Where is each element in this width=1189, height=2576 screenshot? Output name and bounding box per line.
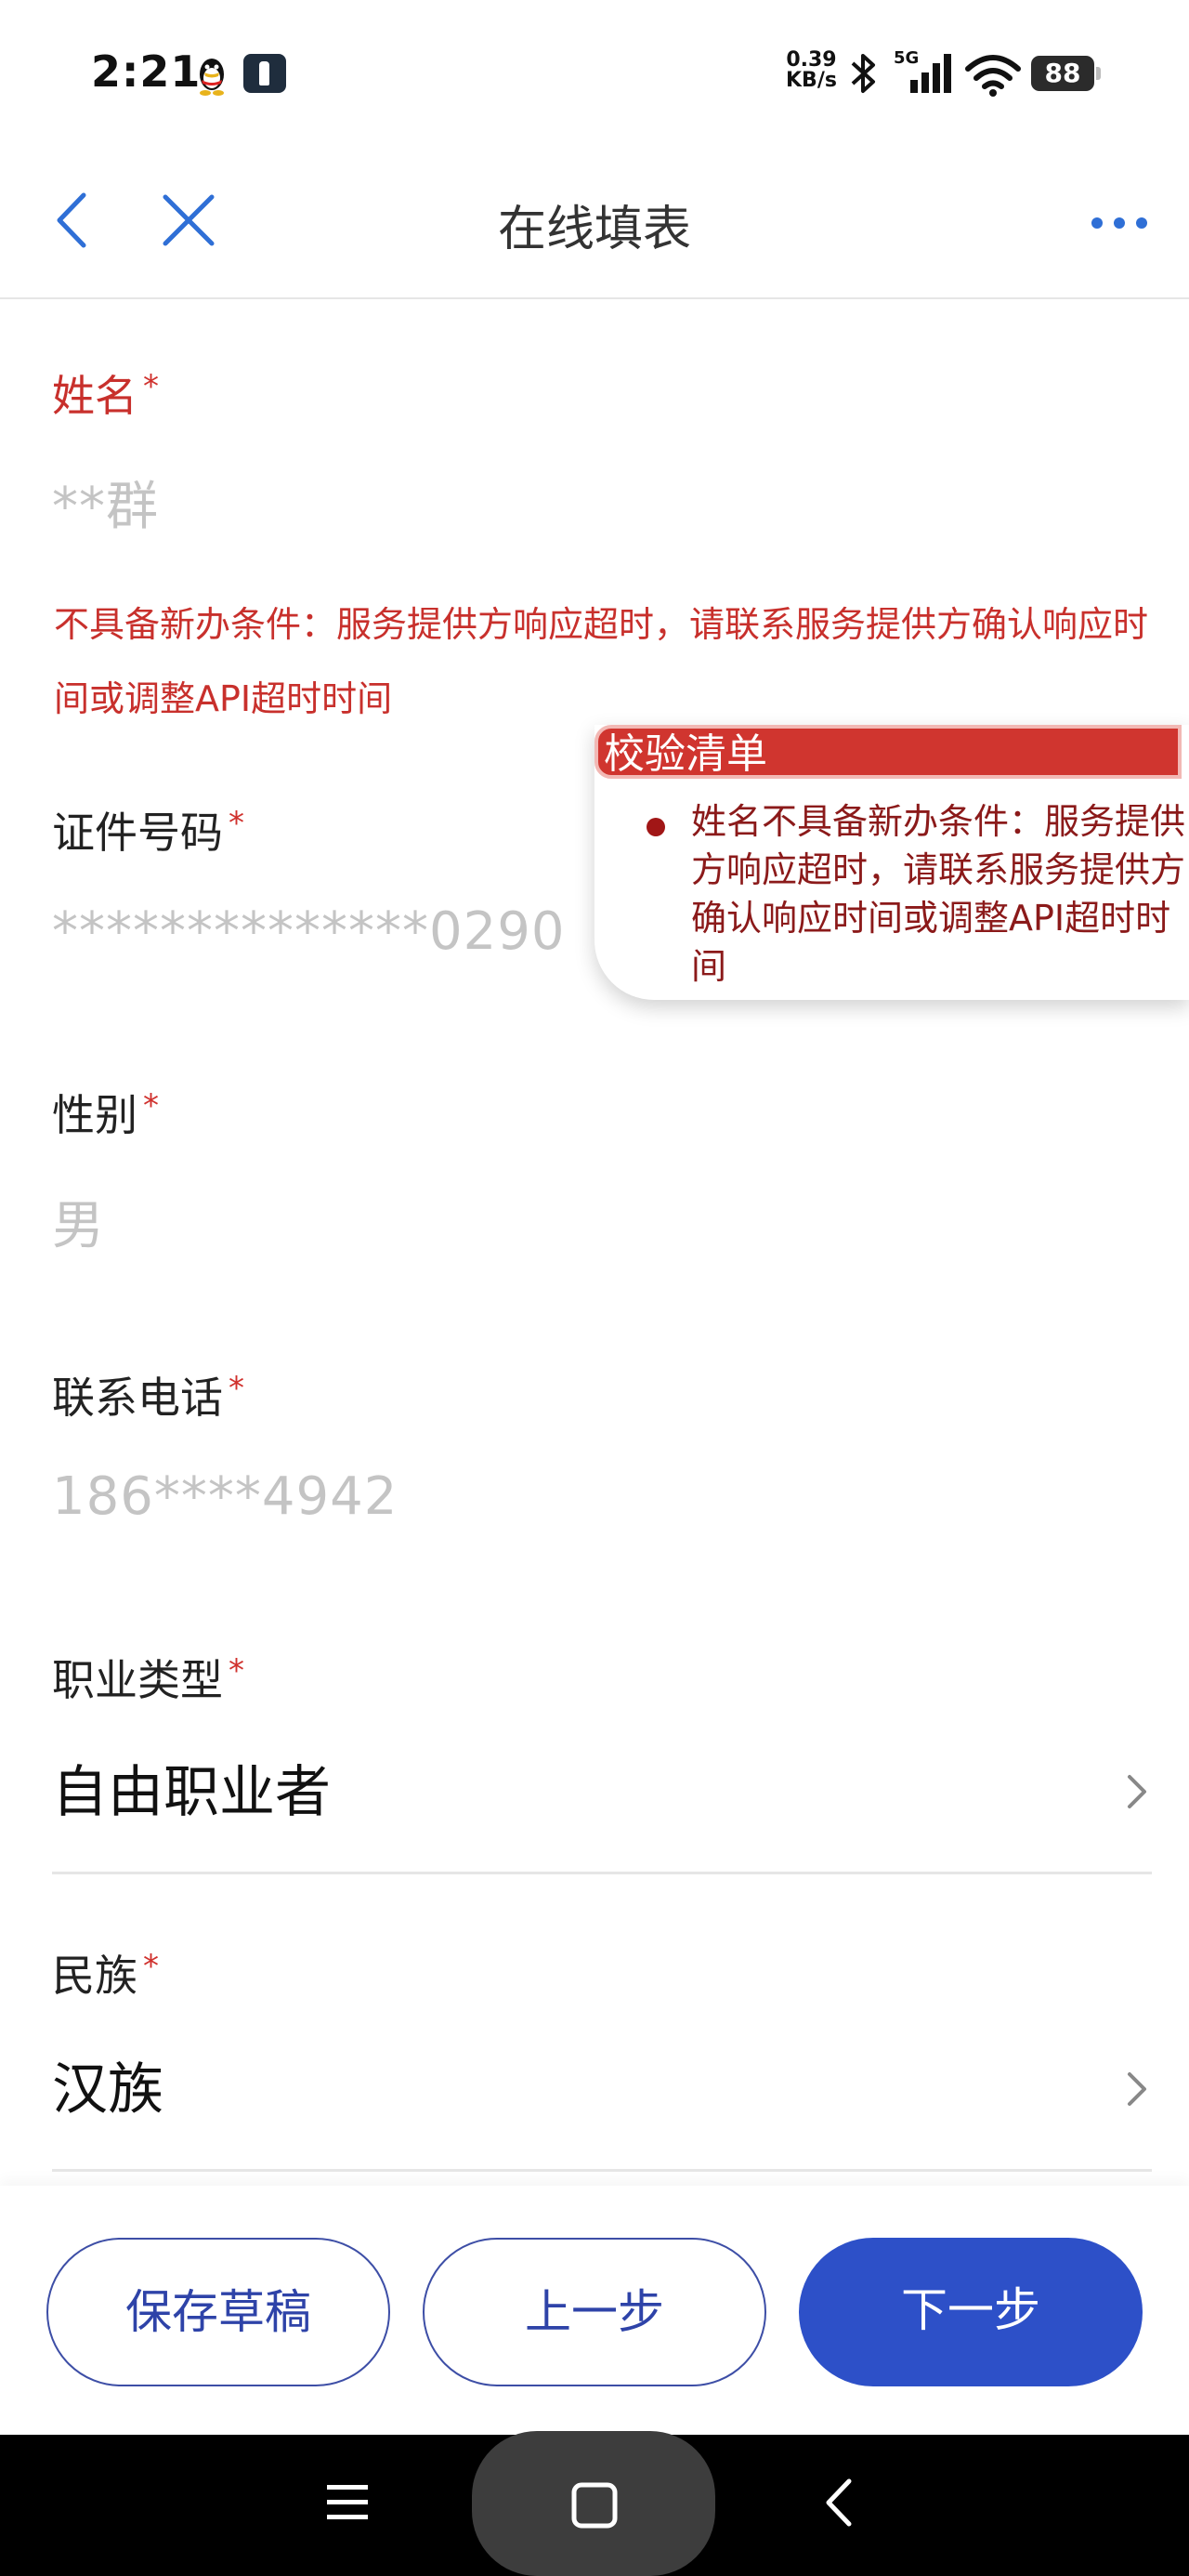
bluetooth-icon [851,54,875,93]
home-square-icon[interactable] [570,2481,619,2530]
validation-checklist-title: 校验清单 [594,725,1182,779]
ethnicity-select[interactable]: 汉族 [52,2044,1152,2137]
gender-value-row[interactable]: 男 [52,1184,1152,1259]
gender-value: 男 [52,1196,105,1256]
occupation-field: 职业类型 * [52,1647,1152,1708]
occupation-label: 职业类型 [52,1655,223,1705]
id-number-value: **************0290 [52,901,566,962]
required-mark: * [229,1652,244,1689]
chevron-right-icon [1128,2072,1146,2106]
gender-field: 性别 * [52,1082,1152,1143]
status-time: 2:21 [91,46,202,97]
network-speed: 0.39 KB/s [786,48,837,92]
cellular-signal-icon: 5G [894,48,951,93]
more-options-icon[interactable] [1089,204,1150,242]
next-step-button[interactable]: 下一步 [799,2238,1143,2386]
save-draft-button[interactable]: 保存草稿 [46,2238,390,2386]
chevron-right-icon [1128,1775,1146,1808]
divider [52,1872,1152,1874]
ethnicity-value: 汉族 [52,2057,163,2123]
phone-label: 联系电话 [52,1373,223,1423]
wifi-icon [965,55,1021,97]
ethnicity-field: 民族 * [52,1942,1152,2004]
required-mark: * [143,1087,159,1124]
name-value-row[interactable]: **群 [52,465,1152,540]
required-mark: * [143,368,159,405]
divider [52,2169,1152,2172]
ethnicity-label: 民族 [52,1951,137,2001]
battery-indicator: 88 [1031,56,1101,91]
phone-field: 联系电话 * [52,1364,1152,1426]
name-label: 姓名 [52,371,137,421]
validation-checklist-popup[interactable]: 校验清单 姓名不具备新办条件：服务提供方响应超时，请联系服务提供方确认响应时间或… [594,725,1189,1000]
validation-item[interactable]: 姓名不具备新办条件：服务提供方响应超时，请联系服务提供方确认响应时间或调整API… [691,797,1189,991]
network-type: 5G [894,48,919,68]
page-title: 在线填表 [497,202,691,257]
name-field: 姓名 * [52,362,1152,424]
occupation-value: 自由职业者 [52,1760,331,1825]
nav-bar: 在线填表 [0,149,1189,299]
id-number-label: 证件号码 [52,808,223,858]
phone-value: 186****4942 [52,1466,399,1527]
app-notification-icon [243,54,286,93]
system-back-icon[interactable] [821,2476,855,2530]
required-mark: * [143,1948,159,1985]
bullet-dot-icon [647,818,665,836]
status-bar: 2:21 0.39 KB/s 5G 88 [0,0,1189,149]
gender-label: 性别 [52,1090,137,1140]
previous-step-button[interactable]: 上一步 [423,2238,766,2386]
menu-icon[interactable] [325,2481,370,2522]
required-mark: * [229,1370,244,1407]
occupation-select[interactable]: 自由职业者 [52,1747,1152,1840]
name-error-message: 不具备新办条件：服务提供方响应超时，请联系服务提供方确认响应时间或调整API超时… [54,604,1149,719]
phone-value-row[interactable]: 186****4942 [52,1466,1152,1527]
qq-penguin-icon [200,59,224,96]
required-mark: * [229,805,244,842]
name-value: **群 [52,477,159,537]
